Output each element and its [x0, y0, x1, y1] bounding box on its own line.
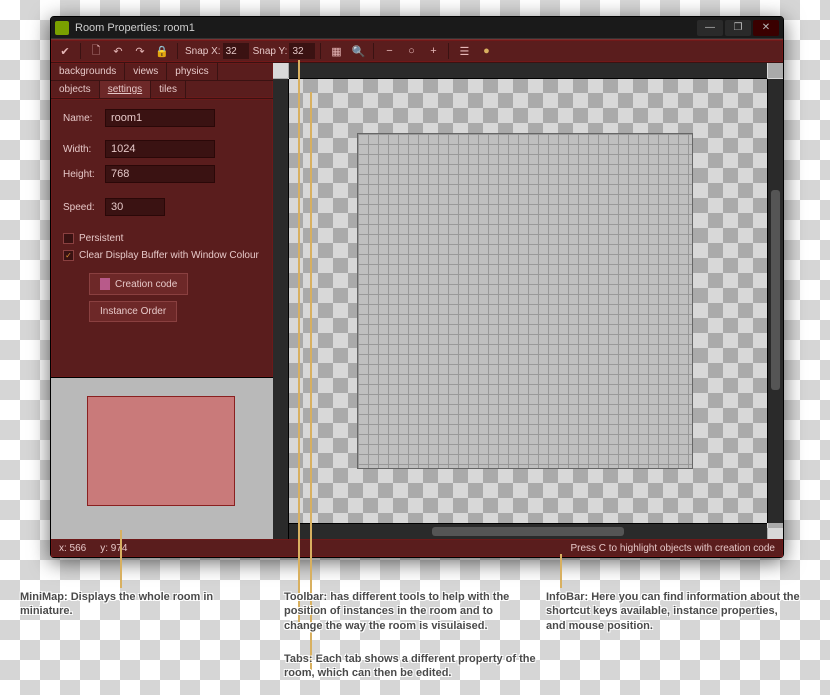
left-panel: backgrounds views physics objects settin… — [51, 63, 273, 539]
tab-views[interactable]: views — [125, 63, 167, 80]
close-button[interactable]: ✕ — [753, 20, 779, 36]
separator — [80, 43, 81, 59]
infobar-y: y: 974 — [100, 543, 127, 554]
width-input[interactable] — [105, 140, 215, 158]
separator — [177, 43, 178, 59]
maximize-button[interactable]: ❐ — [725, 20, 751, 36]
window-title: Room Properties: room1 — [75, 22, 695, 34]
lock-icon[interactable]: 🔒 — [152, 42, 172, 60]
zoom-icon[interactable]: 🔍 — [348, 42, 368, 60]
zoom-reset-icon[interactable]: ○ — [401, 42, 421, 60]
clearbuffer-checkbox[interactable]: ✓ — [63, 250, 74, 261]
callout-minimap: MiniMap: Displays the whole room in mini… — [20, 590, 230, 619]
callout-line-infobar — [560, 554, 562, 588]
room-properties-window: Room Properties: room1 — ❐ ✕ ✔ 🗋 ↶ ↷ 🔒 S… — [50, 16, 784, 558]
tab-tiles[interactable]: tiles — [151, 81, 186, 98]
redo-icon[interactable]: ↷ — [130, 42, 150, 60]
list-icon[interactable]: ☰ — [454, 42, 474, 60]
separator — [448, 43, 449, 59]
tab-settings[interactable]: settings — [100, 81, 151, 98]
app-logo-icon — [55, 21, 69, 35]
separator — [373, 43, 374, 59]
room-grid — [357, 133, 693, 469]
snapx-label: Snap X: — [185, 46, 221, 57]
minimap-room-rect — [87, 396, 235, 506]
new-file-icon[interactable]: 🗋 — [86, 42, 106, 60]
zoom-out-icon[interactable]: − — [379, 42, 399, 60]
undo-icon[interactable]: ↶ — [108, 42, 128, 60]
confirm-icon[interactable]: ✔ — [55, 42, 75, 60]
minimap[interactable] — [51, 377, 273, 539]
minimize-button[interactable]: — — [697, 20, 723, 36]
main-content: backgrounds views physics objects settin… — [51, 63, 783, 539]
name-label: Name: — [63, 113, 99, 124]
infobar: x: 566 y: 974 Press C to highlight objec… — [51, 539, 783, 557]
instance-order-button[interactable]: Instance Order — [89, 301, 177, 322]
speed-input[interactable] — [105, 198, 165, 216]
creation-code-label: Creation code — [115, 279, 177, 290]
titlebar: Room Properties: room1 — ❐ ✕ — [51, 17, 783, 39]
grid-icon[interactable]: ▦ — [326, 42, 346, 60]
persistent-label: Persistent — [79, 233, 123, 244]
snapy-label: Snap Y: — [253, 46, 288, 57]
height-input[interactable] — [105, 165, 215, 183]
infobar-hint: Press C to highlight objects with creati… — [570, 543, 775, 554]
ruler-horizontal — [289, 63, 767, 79]
zoom-in-icon[interactable]: + — [423, 42, 443, 60]
toolbar: ✔ 🗋 ↶ ↷ 🔒 Snap X: Snap Y: ▦ 🔍 − ○ + ☰ ● — [51, 39, 783, 63]
tab-physics[interactable]: physics — [167, 63, 217, 80]
speed-label: Speed: — [63, 202, 99, 213]
tab-backgrounds[interactable]: backgrounds — [51, 63, 125, 80]
tab-objects[interactable]: objects — [51, 81, 100, 98]
room-canvas[interactable] — [273, 63, 783, 539]
callout-line-minimap — [120, 530, 122, 588]
callout-tabs: Tabs: Each tab shows a different propert… — [284, 652, 564, 681]
ruler-vertical — [273, 79, 289, 539]
separator — [320, 43, 321, 59]
scrollbar-horizontal[interactable] — [289, 523, 767, 539]
width-label: Width: — [63, 144, 99, 155]
scrollbar-vertical[interactable] — [767, 79, 783, 523]
tabs: backgrounds views physics objects settin… — [51, 63, 273, 99]
settings-form: Name: Width: Height: Speed: — [51, 99, 273, 377]
callout-line-tabs — [310, 92, 312, 670]
creation-code-button[interactable]: Creation code — [89, 273, 188, 295]
persistent-checkbox[interactable] — [63, 233, 74, 244]
help-icon[interactable]: ● — [476, 42, 496, 60]
script-icon — [100, 278, 110, 290]
clearbuffer-label: Clear Display Buffer with Window Colour — [79, 250, 259, 261]
callout-line-toolbar — [298, 60, 300, 630]
name-input[interactable] — [105, 109, 215, 127]
callout-toolbar: Toolbar: has different tools to help wit… — [284, 590, 524, 633]
height-label: Height: — [63, 169, 99, 180]
snapx-input[interactable] — [223, 43, 249, 59]
instance-order-label: Instance Order — [100, 306, 166, 317]
infobar-x: x: 566 — [59, 543, 86, 554]
callout-infobar: InfoBar: Here you can find information a… — [546, 590, 800, 633]
snapy-input[interactable] — [289, 43, 315, 59]
